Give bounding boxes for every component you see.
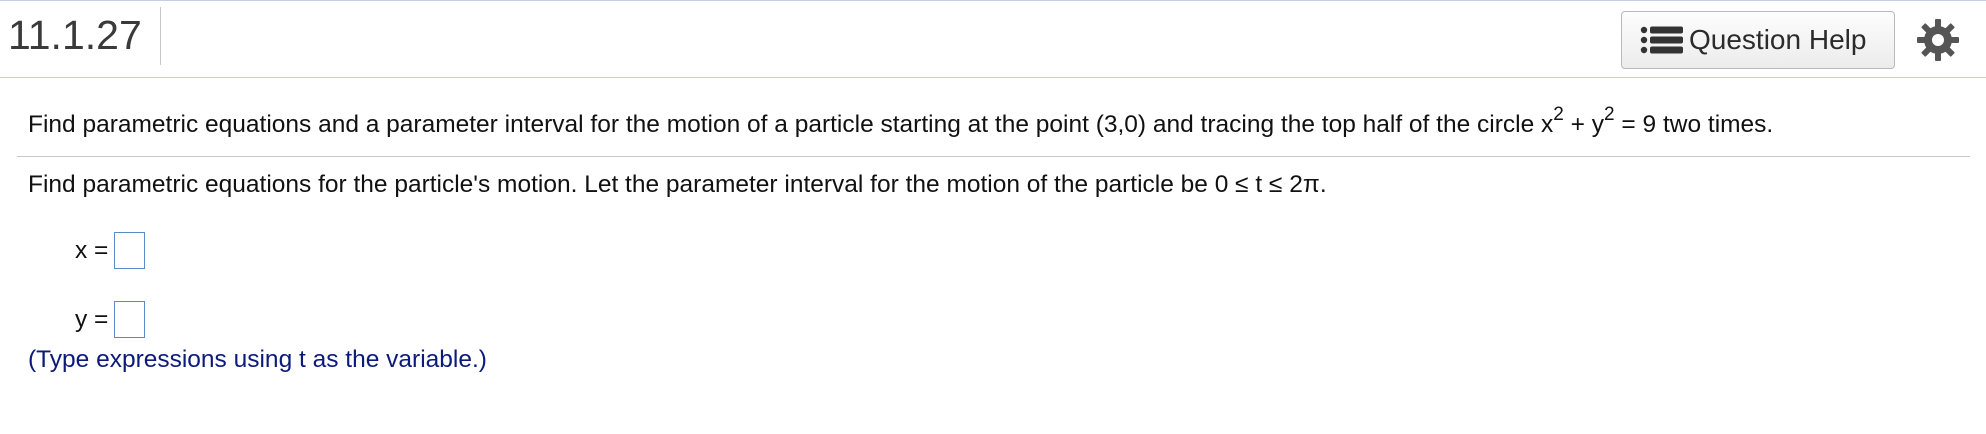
x-equation-row: x =	[75, 232, 146, 269]
question-help-button[interactable]: Question Help	[1621, 11, 1895, 69]
hint-text: (Type expressions using t as the variabl…	[28, 346, 487, 373]
exponent-y: 2	[1604, 103, 1615, 125]
list-icon	[1640, 25, 1684, 55]
question-help-label: Question Help	[1689, 24, 1867, 55]
section-divider	[17, 156, 1970, 157]
x-answer-input[interactable]	[114, 232, 146, 269]
gear-icon[interactable]	[1916, 18, 1960, 62]
prompt-text-part1: Find parametric equations and a paramete…	[28, 111, 1554, 138]
x-equals-label: x =	[75, 236, 109, 264]
prompt-text-part3: = 9 two times.	[1614, 111, 1774, 138]
prompt-text-part2: + y	[1563, 111, 1605, 138]
question-number: 11.1.27	[8, 12, 142, 58]
question-header: 11.1.27 Question Help	[0, 0, 1986, 78]
question-prompt: Find parametric equations and a paramete…	[28, 105, 1774, 142]
y-answer-input[interactable]	[114, 301, 146, 338]
instruction-text: Find parametric equations for the partic…	[28, 171, 1327, 198]
exponent-x: 2	[1553, 103, 1564, 125]
y-equals-label: y =	[75, 305, 109, 333]
header-divider	[160, 7, 161, 65]
y-equation-row: y =	[75, 301, 146, 338]
